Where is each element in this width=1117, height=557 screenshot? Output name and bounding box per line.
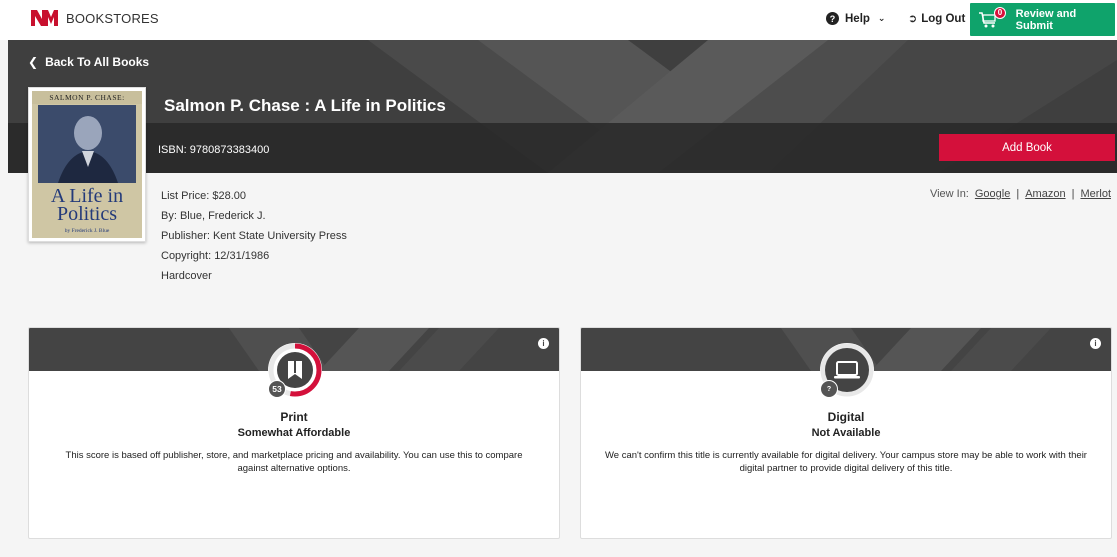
merlot-link[interactable]: Merlot — [1080, 188, 1111, 200]
logout-icon: ➲ — [908, 13, 918, 25]
top-bar: BOOKSTORES ? Help ⌄ ➲ Log Out 0 Review a… — [0, 0, 1117, 40]
view-in-links: View In: Google | Amazon | Merlot — [930, 188, 1111, 200]
digital-availability: Not Available — [811, 427, 881, 439]
digital-description: We can't confirm this title is currently… — [605, 450, 1087, 474]
book-author: By: Blue, Frederick J. — [161, 210, 266, 222]
book-cover: SALMON P. CHASE: A Life in Politics by F… — [28, 87, 146, 242]
print-label: Print — [280, 410, 308, 424]
view-in-label: View In: — [929, 188, 969, 200]
print-score-badge: 53 — [268, 380, 286, 398]
print-info-icon[interactable]: i — [538, 338, 549, 349]
help-menu[interactable]: ? Help ⌄ — [826, 12, 885, 25]
digital-score-badge: ? — [820, 380, 838, 398]
list-price: List Price: $28.00 — [161, 190, 246, 202]
book-isbn: ISBN: 9780873383400 — [158, 144, 270, 156]
print-score-ring: 53 — [265, 340, 325, 400]
book-hero: ❮ Back To All Books Salmon P. Chase : A … — [8, 40, 1117, 173]
digital-score-ring: ? — [817, 340, 877, 400]
back-to-all-books-link[interactable]: ❮ Back To All Books — [28, 55, 149, 69]
book-title: Salmon P. Chase : A Life in Politics — [164, 96, 446, 115]
chevron-down-icon: ⌄ — [877, 13, 886, 23]
unm-logo-icon — [31, 10, 58, 26]
separator: | — [1071, 188, 1075, 200]
unm-logo[interactable]: BOOKSTORES — [30, 8, 159, 28]
cover-title-line2: Politics — [56, 203, 117, 225]
back-label: Back To All Books — [45, 55, 150, 69]
google-link[interactable]: Google — [975, 188, 1010, 200]
review-and-submit-button[interactable]: 0 Review and Submit — [970, 3, 1115, 36]
question-icon: ? — [826, 12, 839, 25]
review-label: Review and Submit — [1015, 7, 1077, 32]
book-copyright: Copyright: 12/31/1986 — [161, 250, 270, 262]
separator: | — [1016, 188, 1020, 200]
book-format: Hardcover — [161, 270, 212, 282]
book-cover-image: SALMON P. CHASE: A Life in Politics by F… — [32, 91, 142, 238]
cover-author: by Frederick J. Blue — [64, 228, 110, 234]
cover-portrait — [38, 105, 136, 183]
logout-link[interactable]: ➲ Log Out — [908, 12, 966, 26]
logo-text: BOOKSTORES — [66, 10, 159, 26]
amazon-link[interactable]: Amazon — [1025, 188, 1065, 200]
add-book-button[interactable]: Add Book — [939, 134, 1115, 161]
cart-icon: 0 — [978, 6, 1006, 29]
digital-card: i ? Digital Not Available We can't confi… — [580, 327, 1112, 539]
book-meta: List Price: $28.00 By: Blue, Frederick J… — [161, 186, 347, 286]
chevron-left-icon: ❮ — [28, 55, 39, 69]
print-card: i 53 Print Somewhat Affordable This scor… — [28, 327, 560, 539]
digital-info-icon[interactable]: i — [1090, 338, 1101, 349]
print-description: This score is based off publisher, store… — [65, 450, 523, 474]
cart-count-badge: 0 — [994, 6, 1006, 19]
logout-label: Log Out — [921, 12, 966, 25]
help-label: Help — [845, 12, 870, 25]
cover-top-text: SALMON P. CHASE: — [32, 91, 142, 104]
print-affordability: Somewhat Affordable — [237, 427, 351, 439]
digital-label: Digital — [827, 410, 865, 424]
book-publisher: Publisher: Kent State University Press — [161, 230, 347, 242]
